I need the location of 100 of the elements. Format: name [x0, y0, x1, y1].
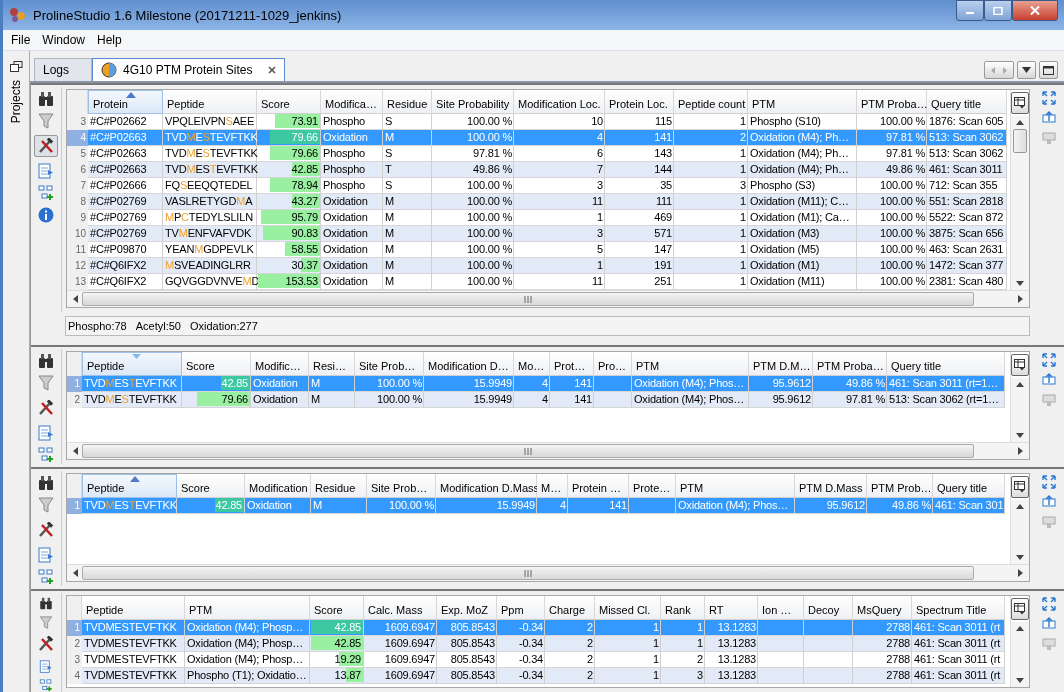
scrollbar-thumb[interactable]	[82, 444, 974, 458]
column-header[interactable]: Calc. Mass	[364, 596, 437, 620]
scroll-right-icon[interactable]	[1018, 295, 1023, 303]
column-header[interactable]: M…	[537, 474, 568, 498]
column-header[interactable]: Score	[257, 90, 321, 114]
table-row[interactable]: #C#Q6IFX2 MSVEADINGLRR 30.37 Oxidation M 100.00 % 1 191 1 Oxidation (M1) 100.00 % 1472: Scan 377	[88, 258, 1007, 274]
expand-icon[interactable]	[1042, 597, 1056, 611]
scroll-left-icon[interactable]	[73, 569, 78, 577]
export-icon[interactable]	[38, 659, 54, 673]
column-header[interactable]: Modifica…	[321, 90, 383, 114]
column-header[interactable]: Spectrum Title	[912, 596, 1005, 620]
binoculars-icon[interactable]	[38, 91, 54, 107]
column-header[interactable]: Missed Cl.	[595, 596, 661, 620]
document-tab[interactable]: 4G10 PTM Protein Sites	[92, 58, 286, 81]
column-header[interactable]: Mo…	[514, 352, 550, 376]
column-header[interactable]: Modification D.Mass	[436, 474, 537, 498]
scroll-up-icon[interactable]	[1016, 626, 1024, 631]
column-header[interactable]: MsQuery	[853, 596, 912, 620]
tools-button[interactable]	[34, 135, 58, 157]
column-header[interactable]: Ion …	[758, 596, 804, 620]
maximize-panel-button[interactable]	[1039, 61, 1058, 79]
column-header[interactable]: Residue	[383, 90, 432, 114]
column-header[interactable]: Peptide	[82, 596, 185, 620]
restore-window-icon[interactable]	[9, 61, 23, 72]
table-row[interactable]: #C#P02663 TVDMESTEVFTKK 79.66 Phospho S 97.81 % 6 143 1 Oxidation (M4); Ph… 97.81 % 513: Scan 3062	[88, 146, 1007, 162]
binoculars-icon[interactable]	[38, 475, 54, 491]
expand-icon[interactable]	[1042, 475, 1056, 489]
scroll-up-icon[interactable]	[1016, 382, 1024, 387]
filter-icon[interactable]	[38, 497, 54, 513]
column-header[interactable]: Charge	[545, 596, 595, 620]
scroll-down-icon[interactable]	[1016, 433, 1024, 438]
scrollbar-thumb[interactable]	[82, 566, 974, 580]
column-header[interactable]: PTM	[676, 474, 795, 498]
column-header[interactable]: Site Prob…	[355, 352, 424, 376]
column-header[interactable]: Modification D…	[424, 352, 514, 376]
detach-window-icon[interactable]	[1042, 495, 1056, 509]
column-header[interactable]: Score	[177, 474, 245, 498]
column-header[interactable]: Score	[310, 596, 364, 620]
table-row[interactable]: #C#P02769 MPCTEDYLSLILN 95.79 Oxidation M 100.00 % 1 469 1 Oxidation (M1); Ca… 100.00 % 5522: Scan 872	[88, 210, 1007, 226]
expand-icon[interactable]	[1042, 91, 1056, 105]
column-header[interactable]: Query title	[887, 352, 1005, 376]
minimize-button[interactable]	[956, 0, 984, 21]
horizontal-scrollbar[interactable]	[67, 290, 1029, 307]
column-header[interactable]: Prote…	[629, 474, 676, 498]
scroll-up-icon[interactable]	[1016, 504, 1024, 509]
column-chooser-button[interactable]	[1011, 476, 1029, 498]
column-header[interactable]: PTM	[185, 596, 310, 620]
table-row[interactable]: #C#P02663 TVDMESTEVFTKK 42.85 Phospho T 49.86 % 7 144 1 Oxidation (M4); Ph… 49.86 % 461: Scan 3011	[88, 162, 1007, 178]
horizontal-scrollbar[interactable]	[67, 442, 1029, 459]
scrollbar-thumb[interactable]	[1013, 129, 1027, 153]
menu-item[interactable]: Help	[97, 33, 122, 47]
column-header[interactable]: Exp. MoZ	[437, 596, 497, 620]
scroll-right-icon[interactable]	[1018, 447, 1023, 455]
filter-icon[interactable]	[38, 113, 54, 129]
table-row[interactable]: TVDMESTEVFTKK 79.66 Oxidation M 100.00 % 15.9949 4 141 Oxidation (M4); Phos… 95.9612 97.81 % 513: Scan 3062 (rt=1…	[82, 392, 1005, 408]
filter-icon[interactable]	[38, 375, 54, 391]
table-row[interactable]: #C#P02662 VPQLEIVPNSAEE 73.91 Phospho S 100.00 % 10 115 1 Phospho (S10) 100.00 % 1876: Scan 605	[88, 114, 1007, 130]
column-header[interactable]: PTM Prob…	[867, 474, 933, 498]
column-header[interactable]: PTM D.Mass	[795, 474, 867, 498]
expand-icon[interactable]	[1042, 353, 1056, 367]
vertical-scrollbar[interactable]	[1011, 622, 1029, 687]
column-header[interactable]: PTM Proba…	[857, 90, 927, 114]
column-header[interactable]: Site Probability	[432, 90, 514, 114]
column-header[interactable]: Query title	[927, 90, 1007, 114]
add-node-icon[interactable]	[38, 185, 54, 201]
column-header[interactable]: Score	[182, 352, 251, 376]
column-header[interactable]: Modification Loc.	[514, 90, 605, 114]
scroll-left-icon[interactable]	[73, 447, 78, 455]
close-icon[interactable]	[268, 66, 277, 74]
column-header[interactable]: PTM Proba…	[813, 352, 887, 376]
vertical-scrollbar[interactable]	[1011, 500, 1029, 564]
add-node-icon[interactable]	[38, 447, 54, 463]
scroll-left-icon[interactable]	[73, 295, 78, 303]
scroll-down-icon[interactable]	[1016, 555, 1024, 560]
column-header[interactable]: Prot…	[550, 352, 594, 376]
column-header[interactable]: Rank	[661, 596, 705, 620]
column-chooser-button[interactable]	[1011, 598, 1029, 620]
export-icon[interactable]	[38, 163, 54, 179]
detach-window-icon[interactable]	[1042, 373, 1056, 387]
column-header[interactable]: Peptide	[82, 474, 177, 498]
column-header[interactable]: Ppm	[497, 596, 545, 620]
scroll-up-icon[interactable]	[1016, 120, 1024, 125]
column-header[interactable]: PTM	[632, 352, 749, 376]
table-row[interactable]: #C#P02769 TVMENFVAFVDK 90.83 Oxidation M 100.00 % 3 571 1 Oxidation (M3) 100.00 % 3875: Scan 656	[88, 226, 1007, 242]
scroll-down-icon[interactable]	[1016, 281, 1024, 286]
column-header[interactable]: RT	[705, 596, 758, 620]
scroll-down-icon[interactable]	[1016, 678, 1024, 683]
menu-item[interactable]: Window	[42, 33, 86, 47]
column-header[interactable]: Protein …	[568, 474, 629, 498]
document-tab[interactable]: Logs	[34, 58, 92, 81]
column-header[interactable]: Resi…	[309, 352, 355, 376]
add-node-icon[interactable]	[38, 678, 54, 692]
add-node-icon[interactable]	[38, 569, 54, 585]
binoculars-icon[interactable]	[38, 353, 54, 369]
column-header[interactable]: PTM	[748, 90, 857, 114]
table-row[interactable]: #C#P09870 YEANMGDPEVLK 58.55 Oxidation M 100.00 % 5 147 1 Oxidation (M5) 100.00 % 463: Scan 2631	[88, 242, 1007, 258]
column-header[interactable]: PTM D.M…	[749, 352, 813, 376]
column-header[interactable]: Decoy	[804, 596, 853, 620]
table-row[interactable]: #C#P02769 VASLRETYGDMA 43.27 Oxidation M 100.00 % 11 111 1 Oxidation (M11); C… 100.00 % 551: Scan 2818	[88, 194, 1007, 210]
column-header[interactable]: Query title	[933, 474, 1005, 498]
